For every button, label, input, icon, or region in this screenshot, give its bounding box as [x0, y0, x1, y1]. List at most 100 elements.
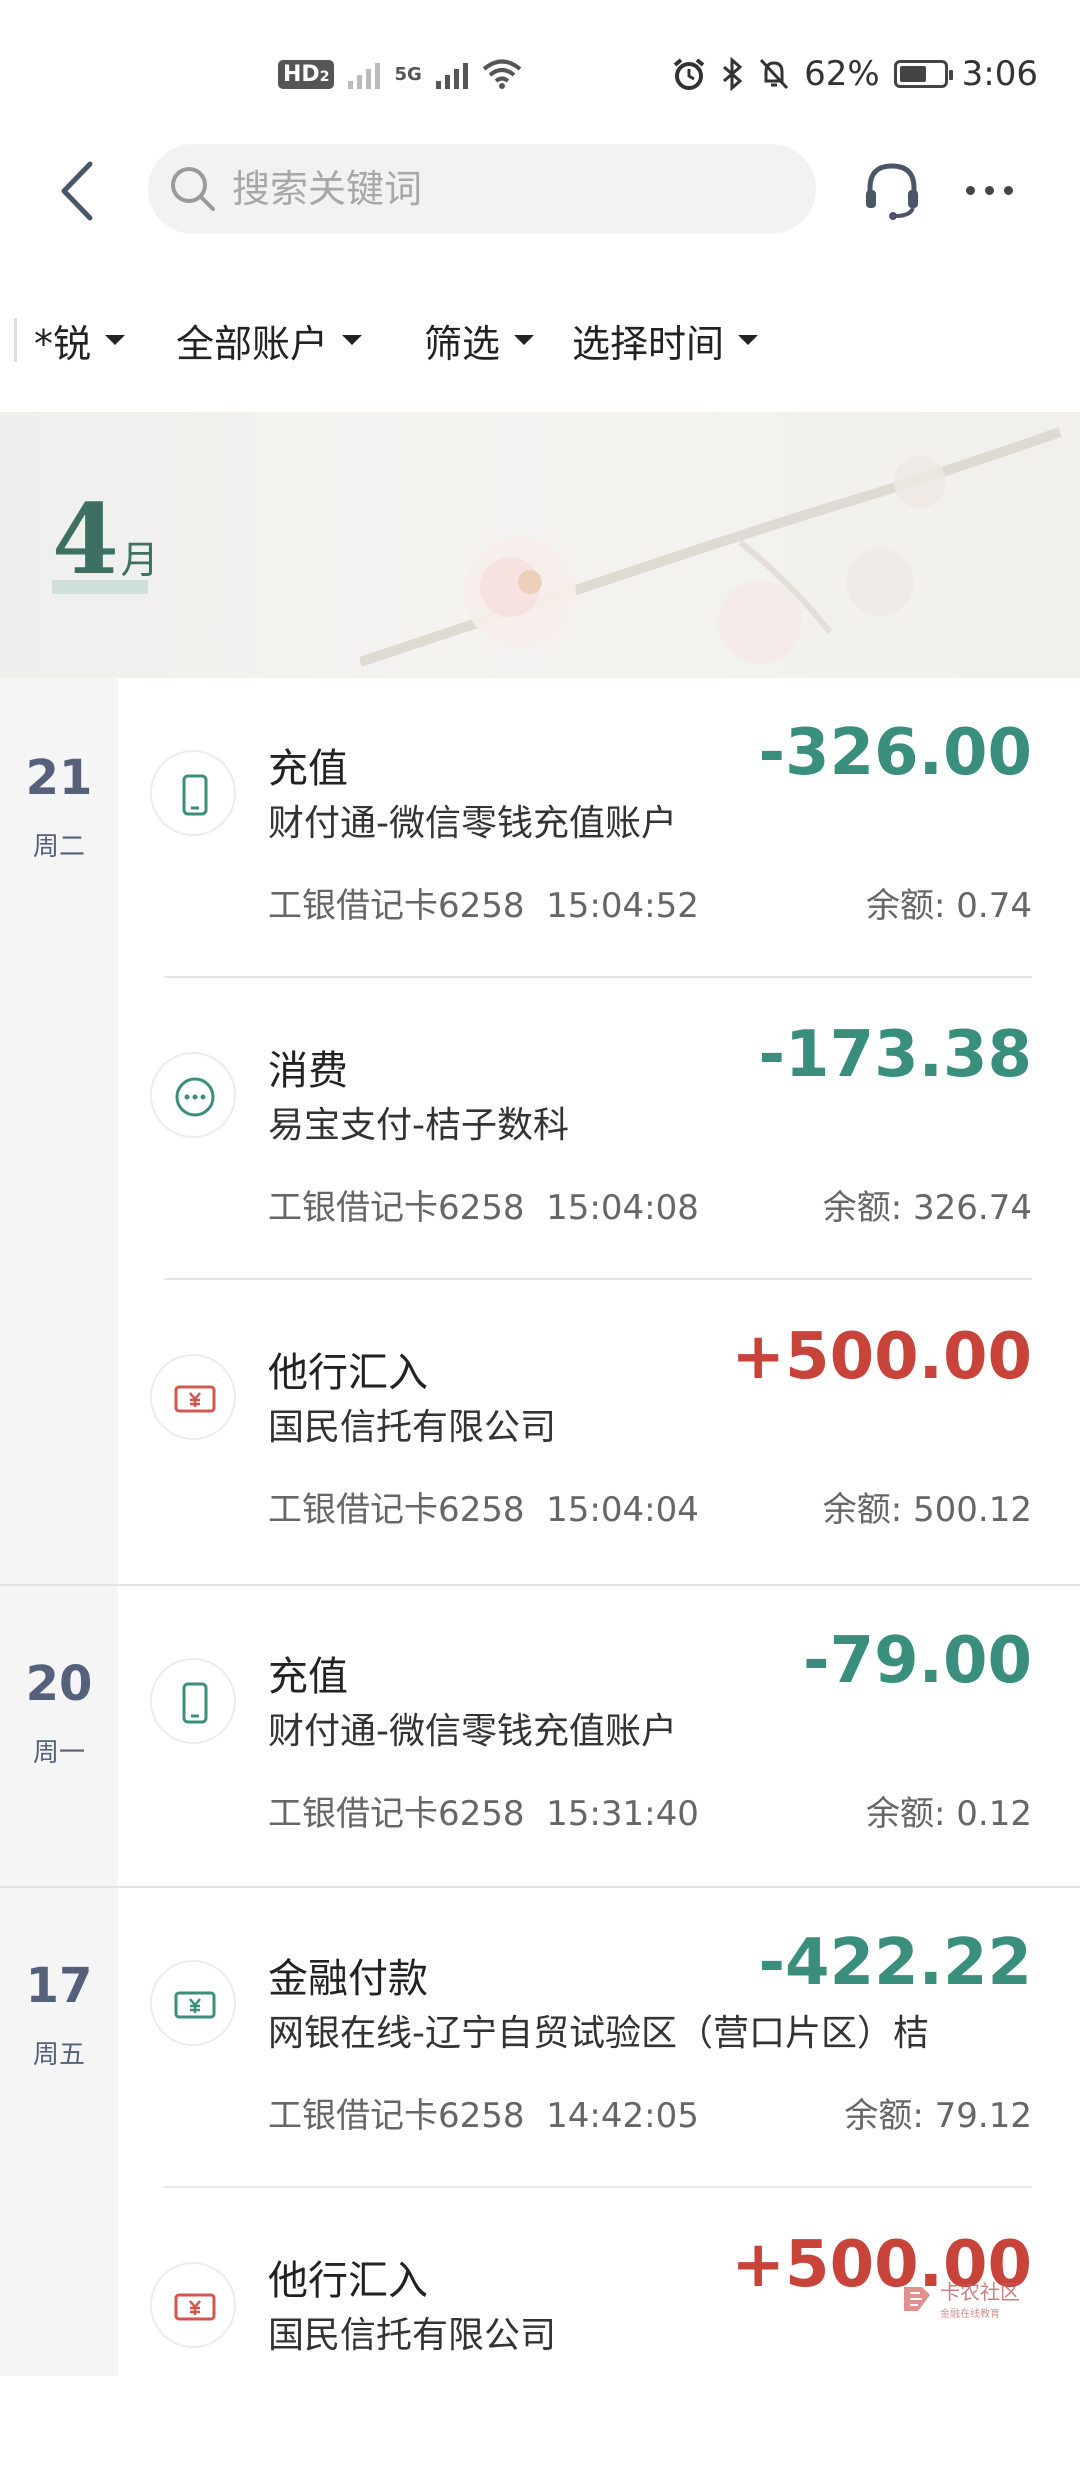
- back-button[interactable]: [50, 156, 110, 226]
- battery-percent: 62%: [804, 54, 880, 94]
- status-bar: HD2 5G 62% 3:06: [0, 0, 1080, 130]
- card-label: 工银借记卡6258: [268, 1794, 525, 1834]
- caret-down-icon: [342, 335, 363, 345]
- day-number: 21: [25, 750, 93, 806]
- filter-divider: [14, 318, 17, 362]
- alarm-icon: [673, 58, 705, 90]
- filter-bar: *锐 全部账户 筛选 选择时间: [0, 300, 1080, 380]
- transaction-row[interactable]: 充值 财付通-微信零钱充值账户 工银借记卡6258 15:04:52 -326.…: [118, 678, 1080, 978]
- transaction-counterparty: 国民信托有限公司: [268, 1407, 557, 1448]
- transaction-title: 充值: [268, 746, 348, 792]
- card-label: 工银借记卡6258: [268, 2096, 525, 2136]
- transaction-title: 消费: [268, 1048, 348, 1094]
- hd-voice-icon: HD2: [278, 59, 335, 89]
- search-placeholder: 搜索关键词: [232, 167, 423, 211]
- phone-icon: [150, 750, 236, 836]
- chevron-left-icon: [61, 161, 93, 221]
- signal-sim2-icon: [435, 59, 468, 89]
- signal-sim1-icon: [348, 59, 381, 89]
- phone-icon: [150, 1658, 236, 1744]
- transaction-counterparty: 国民信托有限公司: [268, 2315, 557, 2356]
- caret-down-icon: [105, 335, 126, 345]
- card-label: 工银借记卡6258: [268, 1188, 525, 1228]
- search-icon: [171, 167, 215, 211]
- row-divider: [164, 2186, 1032, 2188]
- transaction-amount: -422.22: [758, 1926, 1032, 2000]
- battery-icon: [893, 60, 953, 88]
- card-label: 工银借记卡6258: [268, 1490, 525, 1530]
- transaction-counterparty: 财付通-微信零钱充值账户: [268, 1711, 677, 1752]
- month-label: 4 月: [52, 483, 159, 596]
- search-input[interactable]: 搜索关键词: [148, 144, 816, 234]
- card-label: 工银借记卡6258: [268, 886, 525, 926]
- transaction-balance: 余额: 0.12: [866, 1794, 1032, 1834]
- transaction-counterparty: 财付通-微信零钱充值账户: [268, 803, 677, 844]
- day-number: 17: [25, 1958, 93, 2014]
- bluetooth-icon: [723, 57, 743, 91]
- filter-time[interactable]: 选择时间: [572, 310, 759, 370]
- more-button[interactable]: [966, 172, 1020, 208]
- transaction-amount: -79.00: [803, 1624, 1032, 1698]
- transaction-title: 充值: [268, 1654, 348, 1700]
- network-type-label: 5G: [394, 63, 422, 85]
- weekday-label: 周五: [32, 2040, 85, 2070]
- mute-icon: [759, 58, 789, 90]
- day-group: 20 周一 充值 财付通-微信零钱充值账户 工银借记卡6258 15:31:40…: [0, 1586, 1080, 1886]
- transaction-meta: 工银借记卡6258 14:42:05: [268, 2088, 699, 2137]
- blossom-illustration: [360, 427, 1062, 667]
- transaction-row[interactable]: 他行汇入 国民信托有限公司 工银借记卡6258 15:04:04 +500.00…: [118, 1282, 1080, 1582]
- transaction-balance: 余额: 0.74: [866, 886, 1032, 926]
- more-icon: [966, 185, 975, 195]
- time-label: 14:42:05: [546, 2096, 699, 2136]
- transaction-meta: 工银借记卡6258 15:31:40: [268, 1786, 699, 1835]
- transaction-balance: 余额: 500.12: [822, 1490, 1032, 1530]
- transaction-row[interactable]: 金融付款 网银在线-辽宁自贸试验区（营口片区）桔 工银借记卡6258 14:42…: [118, 1888, 1080, 2188]
- transaction-meta: 工银借记卡6258 15:04:04: [268, 1482, 699, 1531]
- month-banner: 4 月: [0, 412, 1080, 678]
- watermark-logo-icon: [904, 2287, 930, 2311]
- money-icon: [150, 2262, 236, 2348]
- money-icon: [150, 1354, 236, 1440]
- headset-icon: [866, 163, 918, 220]
- dots-icon: [150, 1052, 236, 1138]
- day-number: 20: [25, 1656, 93, 1712]
- filter-screen[interactable]: 筛选: [424, 310, 535, 370]
- transaction-title: 他行汇入: [268, 2258, 428, 2304]
- transaction-title: 他行汇入: [268, 1350, 428, 1396]
- filter-all-accounts[interactable]: 全部账户: [176, 310, 363, 370]
- customer-service-button[interactable]: [860, 158, 924, 222]
- transaction-amount: +500.00: [731, 1320, 1032, 1394]
- transaction-amount: -173.38: [758, 1018, 1032, 1092]
- time-label: 15:04:04: [546, 1490, 699, 1530]
- caret-down-icon: [738, 335, 759, 345]
- transaction-meta: 工银借记卡6258 15:04:08: [268, 1180, 699, 1229]
- watermark-text: 卡农社区: [940, 2280, 1020, 2304]
- row-divider: [164, 1278, 1032, 1280]
- transaction-counterparty: 易宝支付-桔子数科: [268, 1105, 569, 1146]
- filter-card[interactable]: *锐: [34, 310, 126, 370]
- transaction-title: 金融付款: [268, 1956, 428, 2002]
- time-label: 15:04:08: [546, 1188, 699, 1228]
- transaction-balance: 余额: 79.12: [844, 2096, 1032, 2136]
- transaction-row[interactable]: 消费 易宝支付-桔子数科 工银借记卡6258 15:04:08 -173.38 …: [118, 980, 1080, 1280]
- month-underline: [52, 580, 148, 594]
- clock: 3:06: [961, 54, 1038, 94]
- top-bar: 搜索关键词: [0, 140, 1080, 240]
- transaction-meta: 工银借记卡6258 15:04:52: [268, 878, 699, 927]
- watermark-subtext: 金融在线教育: [940, 2309, 1000, 2320]
- date-column: [0, 678, 118, 1584]
- wifi-icon: [482, 59, 522, 89]
- time-label: 15:04:52: [546, 886, 699, 926]
- transaction-row[interactable]: 充值 财付通-微信零钱充值账户 工银借记卡6258 15:31:40 -79.0…: [118, 1586, 1080, 1886]
- weekday-label: 周二: [32, 832, 85, 862]
- caret-down-icon: [514, 335, 535, 345]
- watermark: 卡农社区 金融在线教育: [900, 2276, 1020, 2320]
- time-label: 15:31:40: [546, 1794, 699, 1834]
- row-divider: [164, 976, 1032, 978]
- transaction-counterparty: 网银在线-辽宁自贸试验区（营口片区）桔: [268, 2013, 929, 2054]
- transaction-balance: 余额: 326.74: [822, 1188, 1032, 1228]
- finance-icon: [150, 1960, 236, 2046]
- transaction-row[interactable]: 他行汇入 国民信托有限公司 +500.00: [118, 2190, 1080, 2490]
- weekday-label: 周一: [32, 1738, 85, 1768]
- day-group: 21 周二 充值 财付通-微信零钱充值账户 工银借记卡6258 15:04:52…: [0, 678, 1080, 1584]
